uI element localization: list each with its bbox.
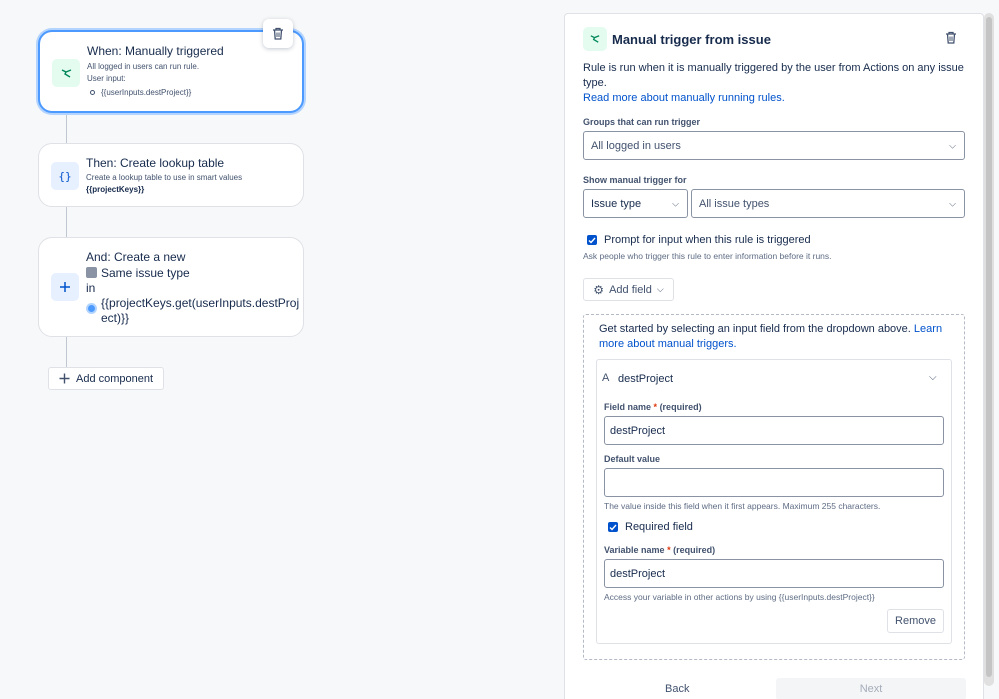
connector-line bbox=[66, 207, 67, 238]
issue-type-filter-select[interactable]: Issue type ⌵ bbox=[583, 189, 688, 218]
trigger-user-input-label: User input: bbox=[87, 74, 126, 83]
create-in-label: in bbox=[86, 281, 96, 295]
issue-type-icon bbox=[86, 267, 97, 278]
required-field-checkbox[interactable] bbox=[608, 522, 618, 532]
panel-title: Manual trigger from issue bbox=[612, 32, 771, 47]
get-started-text: Get started by selecting an input field … bbox=[599, 323, 943, 350]
next-button[interactable]: Next bbox=[776, 678, 966, 699]
prompt-input-checkbox[interactable] bbox=[587, 235, 597, 245]
bullet-icon bbox=[90, 90, 95, 96]
input-field-card: A destProject ⌵ Field name * (required) … bbox=[596, 359, 952, 644]
add-component-label: Add component bbox=[76, 372, 154, 385]
default-value-help: The value inside this field when it firs… bbox=[604, 501, 881, 511]
trash-icon bbox=[946, 31, 956, 44]
gear-icon: ⚙ bbox=[593, 282, 605, 297]
issue-types-value: All issue types bbox=[699, 197, 770, 210]
chevron-down-icon: ⌵ bbox=[656, 284, 664, 294]
show-for-label: Show manual trigger for bbox=[583, 175, 687, 185]
panel-description: Rule is run when it is manually triggere… bbox=[583, 62, 964, 104]
field-card-title: destProject bbox=[618, 373, 674, 385]
default-value-input[interactable] bbox=[604, 468, 944, 497]
text-field-icon: A bbox=[602, 372, 610, 384]
add-field-button[interactable]: ⚙ Add field ⌵ bbox=[583, 278, 674, 301]
panel-scrollbar[interactable] bbox=[984, 13, 994, 686]
chevron-down-icon: ⌵ bbox=[949, 140, 956, 150]
read-more-link[interactable]: Read more about manually running rules. bbox=[583, 92, 785, 104]
trigger-icon bbox=[52, 59, 80, 87]
prompt-input-checkbox-row[interactable]: Prompt for input when this rule is trigg… bbox=[587, 234, 811, 246]
variable-name-label: Variable name * (required) bbox=[604, 545, 716, 555]
variable-help: Access your variable in other actions by… bbox=[604, 592, 875, 602]
lookup-title: Then: Create lookup table bbox=[86, 156, 225, 170]
plus-icon bbox=[59, 373, 70, 384]
braces-icon: {} bbox=[51, 162, 79, 190]
trigger-desc: All logged in users can run rule. bbox=[87, 62, 200, 71]
chevron-down-icon: ⌵ bbox=[949, 198, 956, 208]
delete-trigger-button[interactable] bbox=[263, 19, 293, 48]
required-field-label: Required field bbox=[625, 521, 693, 533]
connector-line bbox=[66, 336, 67, 368]
trash-icon bbox=[273, 27, 283, 40]
lookup-table-node[interactable]: {} Then: Create lookup table Create a lo… bbox=[38, 143, 304, 207]
trigger-title: When: Manually triggered bbox=[87, 44, 224, 58]
trigger-icon bbox=[583, 27, 607, 51]
chevron-down-icon: ⌵ bbox=[672, 198, 679, 208]
add-field-label: Add field bbox=[609, 283, 652, 296]
required-field-checkbox-row[interactable]: Required field bbox=[608, 521, 693, 533]
lookup-smart-value: {{projectKeys}} bbox=[86, 185, 145, 194]
issue-type-filter-value: Issue type bbox=[591, 197, 642, 210]
variable-name-input[interactable]: destProject bbox=[604, 559, 944, 588]
back-button[interactable]: Back bbox=[665, 683, 689, 695]
field-name-label: Field name * (required) bbox=[604, 402, 702, 412]
groups-label: Groups that can run trigger bbox=[583, 117, 701, 127]
remove-field-button[interactable]: Remove bbox=[887, 609, 944, 633]
groups-select[interactable]: All logged in users ⌵ bbox=[583, 131, 965, 160]
groups-value: All logged in users bbox=[591, 139, 681, 152]
delete-trigger-button[interactable] bbox=[945, 31, 957, 49]
project-icon bbox=[86, 303, 97, 314]
trigger-input-item: {{userInputs.destProject}} bbox=[90, 87, 191, 99]
create-title: And: Create a new bbox=[86, 250, 186, 264]
trigger-config-panel: Manual trigger from issue Rule is run wh… bbox=[564, 13, 984, 699]
add-component-button[interactable]: Add component bbox=[48, 367, 164, 390]
field-name-input[interactable]: destProject bbox=[604, 416, 944, 445]
create-project-value: {{projectKeys.get(userInputs.destProj ec… bbox=[101, 296, 300, 325]
lookup-desc: Create a lookup table to use in smart va… bbox=[86, 173, 243, 182]
create-issue-node[interactable]: And: Create a new Same issue type in {{p… bbox=[38, 237, 304, 337]
collapse-chevron-icon[interactable]: ⌵ bbox=[929, 372, 937, 383]
prompt-input-label: Prompt for input when this rule is trigg… bbox=[604, 234, 811, 246]
rule-canvas: When: Manually triggered All logged in u… bbox=[0, 0, 560, 699]
plus-icon bbox=[51, 273, 79, 301]
default-value-label: Default value bbox=[604, 454, 661, 464]
connector-line bbox=[66, 112, 67, 144]
create-issue-type: Same issue type bbox=[86, 266, 190, 280]
prompt-help-text: Ask people who trigger this rule to ente… bbox=[583, 251, 832, 261]
issue-types-select[interactable]: All issue types ⌵ bbox=[691, 189, 965, 218]
